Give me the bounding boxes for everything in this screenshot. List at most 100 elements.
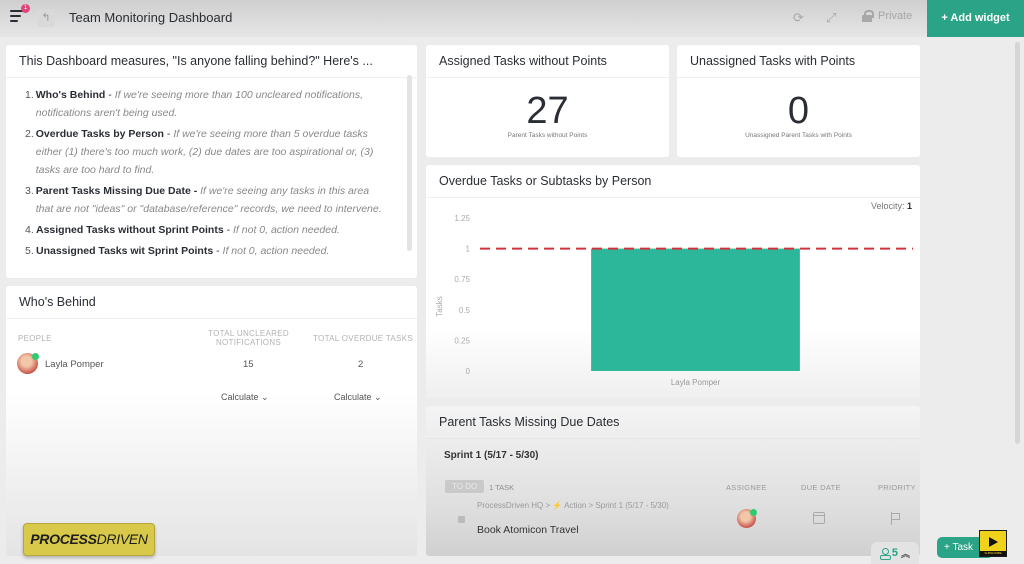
item-number: 3. (25, 185, 34, 197)
calculate-label: Calculate (334, 392, 372, 402)
status-badge[interactable]: TO DO (445, 480, 485, 493)
item-text: Who's Behind - If we're seeing more than… (36, 86, 387, 122)
play-icon (989, 537, 998, 547)
item-title: Overdue Tasks by Person (35, 128, 164, 140)
chevron-down-icon: ⌄ (374, 392, 382, 402)
lock-icon (862, 10, 874, 22)
item-title: Parent Tasks Missing Due Date - (35, 185, 198, 197)
item-title: Unassigned Tasks wit Sprint Points (36, 245, 214, 257)
y-tick-label: 1.25 (454, 214, 470, 223)
y-tick-label: 0.5 (459, 306, 471, 315)
column-header-people: PEOPLE (18, 334, 52, 343)
add-widget-button[interactable]: + Add widget (927, 0, 1024, 37)
task-status-checkbox[interactable] (458, 516, 465, 523)
card-title: Who's Behind (6, 286, 417, 319)
stat-value: 0 (787, 90, 810, 132)
item-separator: - (213, 245, 223, 257)
sprint-group-title[interactable]: Sprint 1 (5/17 - 5/30) (444, 450, 538, 461)
people-count-button[interactable]: 5 ︽ (871, 542, 919, 564)
flag-icon[interactable] (891, 512, 901, 525)
stat-value: 27 (526, 90, 569, 132)
privacy-toggle[interactable]: Private (862, 10, 912, 22)
overdue-count: 2 (358, 359, 364, 370)
column-header-priority: PRIORITY (878, 483, 916, 492)
task-breadcrumb[interactable]: ProcessDriven HQ > ⚡ Action > Sprint 1 (… (477, 501, 697, 510)
people-icon (879, 547, 891, 560)
chevron-up-icon: ︽ (901, 548, 911, 559)
description-scrollbar[interactable] (407, 75, 412, 251)
item-text: Unassigned Tasks wit Sprint Points - If … (36, 242, 329, 260)
description-item: 3. Parent Tasks Missing Due Date - If we'… (25, 182, 387, 218)
calculate-label: Calculate (221, 392, 259, 402)
logo-bold-text: PROCESS (30, 531, 97, 547)
processdriven-logo: PROCESSDRIVEN (23, 523, 155, 556)
page-scrollbar[interactable] (1015, 42, 1020, 444)
item-number: 2. (25, 128, 34, 140)
item-description: If not 0, action needed. (233, 224, 340, 236)
refresh-icon[interactable]: ⟳ (793, 10, 804, 26)
privacy-label: Private (878, 10, 913, 22)
online-indicator (32, 353, 39, 360)
y-tick-label: 1 (466, 245, 471, 254)
page-title: Team Monitoring Dashboard (69, 10, 233, 25)
card-title: Parent Tasks Missing Due Dates (426, 406, 920, 439)
item-text: Parent Tasks Missing Due Date - If we're… (36, 182, 387, 218)
chevron-down-icon: ⌄ (261, 392, 269, 402)
uncleared-count: 15 (243, 359, 254, 370)
item-text: Overdue Tasks by Person - If we're seein… (36, 125, 387, 179)
bar (591, 248, 800, 371)
whos-behind-card: Who's Behind PEOPLE TOTAL UNCLEARED NOTI… (6, 286, 417, 556)
assignee-avatar[interactable] (737, 509, 757, 528)
back-icon[interactable]: ↰ (37, 9, 55, 27)
item-number: 1. (25, 89, 34, 101)
description-item: 4. Assigned Tasks without Sprint Points -… (25, 221, 387, 239)
card-title: Unassigned Tasks with Points (677, 45, 920, 78)
bar-chart: 0 0.25 0.5 0.75 1 1.25 Tasks Layla Pomper (435, 214, 913, 387)
calculate-overdue-dropdown[interactable]: Calculate ⌄ (334, 392, 382, 403)
top-bar: 1 ↰ Team Monitoring Dashboard ⟳ ⤢ Privat… (0, 0, 1024, 37)
column-header-assignee: ASSIGNEE (726, 483, 767, 492)
x-tick-label: Layla Pomper (671, 378, 721, 387)
people-count-value: 5 (891, 547, 899, 559)
description-card: This Dashboard measures, "Is anyone fall… (6, 45, 417, 278)
subscribe-label: SUBSCRIBE (980, 551, 1006, 556)
item-separator: - (105, 89, 115, 101)
item-text: Assigned Tasks without Sprint Points - I… (36, 221, 340, 239)
task-count: 1 TASK (489, 483, 515, 492)
item-separator: - (223, 224, 234, 236)
calendar-icon[interactable] (813, 512, 825, 524)
avatar (17, 353, 39, 374)
overdue-chart-card: Overdue Tasks or Subtasks by Person Velo… (426, 165, 920, 398)
y-tick-label: 0.75 (454, 275, 470, 284)
card-title: Overdue Tasks or Subtasks by Person (426, 165, 920, 198)
column-header-due-date: DUE DATE (801, 483, 841, 492)
task-name[interactable]: Book Atomicon Travel (477, 524, 579, 536)
column-header-uncleared: TOTAL UNCLEARED NOTIFICATIONS (208, 329, 289, 347)
item-number: 4. (25, 224, 34, 236)
y-tick-label: 0 (466, 367, 471, 376)
column-header-overdue: TOTAL OVERDUE TASKS (313, 334, 413, 343)
calculate-uncleared-dropdown[interactable]: Calculate ⌄ (221, 392, 269, 403)
subscribe-button[interactable]: SUBSCRIBE (979, 530, 1007, 557)
notification-badge: 1 (21, 4, 30, 13)
description-list: 1. Who's Behind - If we're seeing more th… (6, 78, 417, 260)
stat-subtitle: Unassigned Parent Tasks with Points (745, 132, 852, 139)
description-item: 5. Unassigned Tasks wit Sprint Points - I… (25, 242, 387, 260)
item-description: If not 0, action needed. (222, 245, 330, 257)
logo-light-text: DRIVEN (96, 531, 148, 547)
unassigned-tasks-card: Unassigned Tasks with Points 0 Unassigne… (677, 45, 920, 157)
description-item: 1. Who's Behind - If we're seeing more th… (25, 86, 387, 122)
online-indicator (750, 509, 757, 516)
description-item: 2. Overdue Tasks by Person - If we're see… (25, 125, 387, 179)
item-title: Assigned Tasks without Sprint Points (36, 224, 224, 236)
card-title: This Dashboard measures, "Is anyone fall… (6, 45, 417, 78)
assigned-tasks-card: Assigned Tasks without Points 27 Parent … (426, 45, 669, 157)
whos-behind-table: PEOPLE TOTAL UNCLEARED NOTIFICATIONS TOT… (6, 319, 417, 439)
item-separator: - (163, 128, 174, 140)
parent-tasks-card: Parent Tasks Missing Due Dates Sprint 1 … (426, 406, 920, 556)
expand-icon[interactable]: ⤢ (826, 10, 836, 26)
person-name: Layla Pomper (45, 359, 104, 370)
y-tick-label: 0.25 (454, 336, 470, 345)
stat-subtitle: Parent Tasks without Points (507, 132, 588, 139)
card-title: Assigned Tasks without Points (426, 45, 669, 78)
